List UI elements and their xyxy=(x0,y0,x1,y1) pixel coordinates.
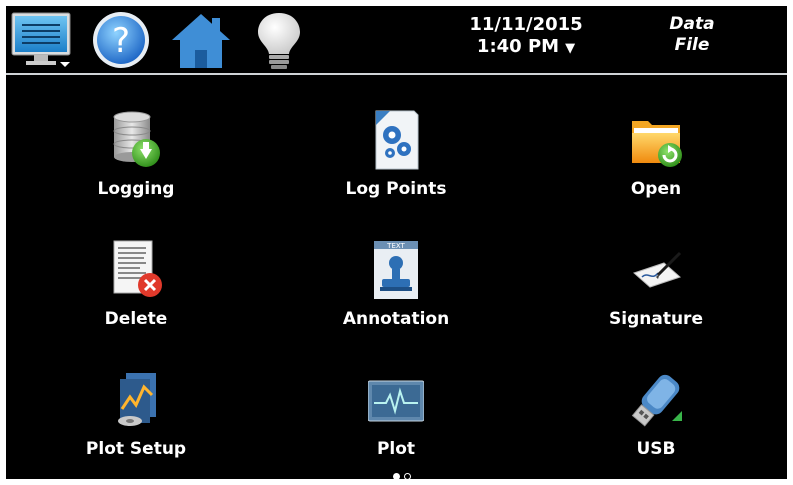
time-text: 1:40 PM xyxy=(476,36,560,57)
lightbulb-icon[interactable] xyxy=(254,10,304,76)
home-icon[interactable] xyxy=(168,10,234,74)
pen-signature-icon xyxy=(628,239,684,301)
tile-label: Signature xyxy=(609,309,703,329)
folder-refresh-icon xyxy=(628,109,684,171)
tile-plot-setup[interactable]: Plot Setup xyxy=(36,369,236,479)
tile-delete[interactable]: Delete xyxy=(36,239,236,349)
page-dot[interactable] xyxy=(404,473,411,479)
svg-text:TEXT: TEXT xyxy=(386,242,405,250)
chart-box-icon xyxy=(108,369,164,431)
page-title-line2: File xyxy=(674,35,710,55)
date-text: 11/11/2015 xyxy=(469,14,583,35)
datetime-display[interactable]: 11/11/2015 1:40 PM ▼ xyxy=(436,14,616,60)
time-row: 1:40 PM ▼ xyxy=(436,36,616,60)
screen: ? 11/11/2015 1:40 PM ▼ Data File Logging… xyxy=(6,6,787,479)
gear-document-icon xyxy=(368,109,424,171)
database-download-icon xyxy=(108,109,164,171)
tile-log-points[interactable]: Log Points xyxy=(296,109,496,219)
tile-label: Log Points xyxy=(345,179,447,199)
waveform-monitor-icon xyxy=(367,369,425,431)
page-dot-active[interactable] xyxy=(393,473,400,479)
tile-label: Annotation xyxy=(342,309,450,329)
tile-label: Logging xyxy=(97,179,175,199)
tile-label: Delete xyxy=(104,309,168,329)
tile-label: Plot Setup xyxy=(85,439,187,459)
tile-open[interactable]: Open xyxy=(556,109,756,219)
tile-logging[interactable]: Logging xyxy=(36,109,236,219)
document-delete-icon xyxy=(108,239,164,301)
tile-label: Plot xyxy=(376,439,416,459)
usb-drive-icon xyxy=(628,369,684,431)
tile-label: USB xyxy=(636,439,676,459)
stamp-text-icon: TEXT xyxy=(368,239,424,301)
tile-annotation[interactable]: TEXT Annotation xyxy=(296,239,496,349)
question-help-icon[interactable]: ? xyxy=(90,10,152,74)
tile-usb[interactable]: USB xyxy=(556,369,756,479)
page-title-line1: Data xyxy=(669,14,715,34)
monitor-menu-icon[interactable] xyxy=(10,10,74,74)
page-indicator[interactable] xyxy=(391,472,421,479)
svg-text:?: ? xyxy=(112,21,130,61)
chevron-down-icon: ▼ xyxy=(565,41,576,56)
page-title: Data File xyxy=(637,14,747,56)
tile-label: Open xyxy=(630,179,682,199)
tile-plot[interactable]: Plot xyxy=(296,369,496,479)
top-bar: ? 11/11/2015 1:40 PM ▼ Data File xyxy=(6,6,787,75)
tile-signature[interactable]: Signature xyxy=(556,239,756,349)
